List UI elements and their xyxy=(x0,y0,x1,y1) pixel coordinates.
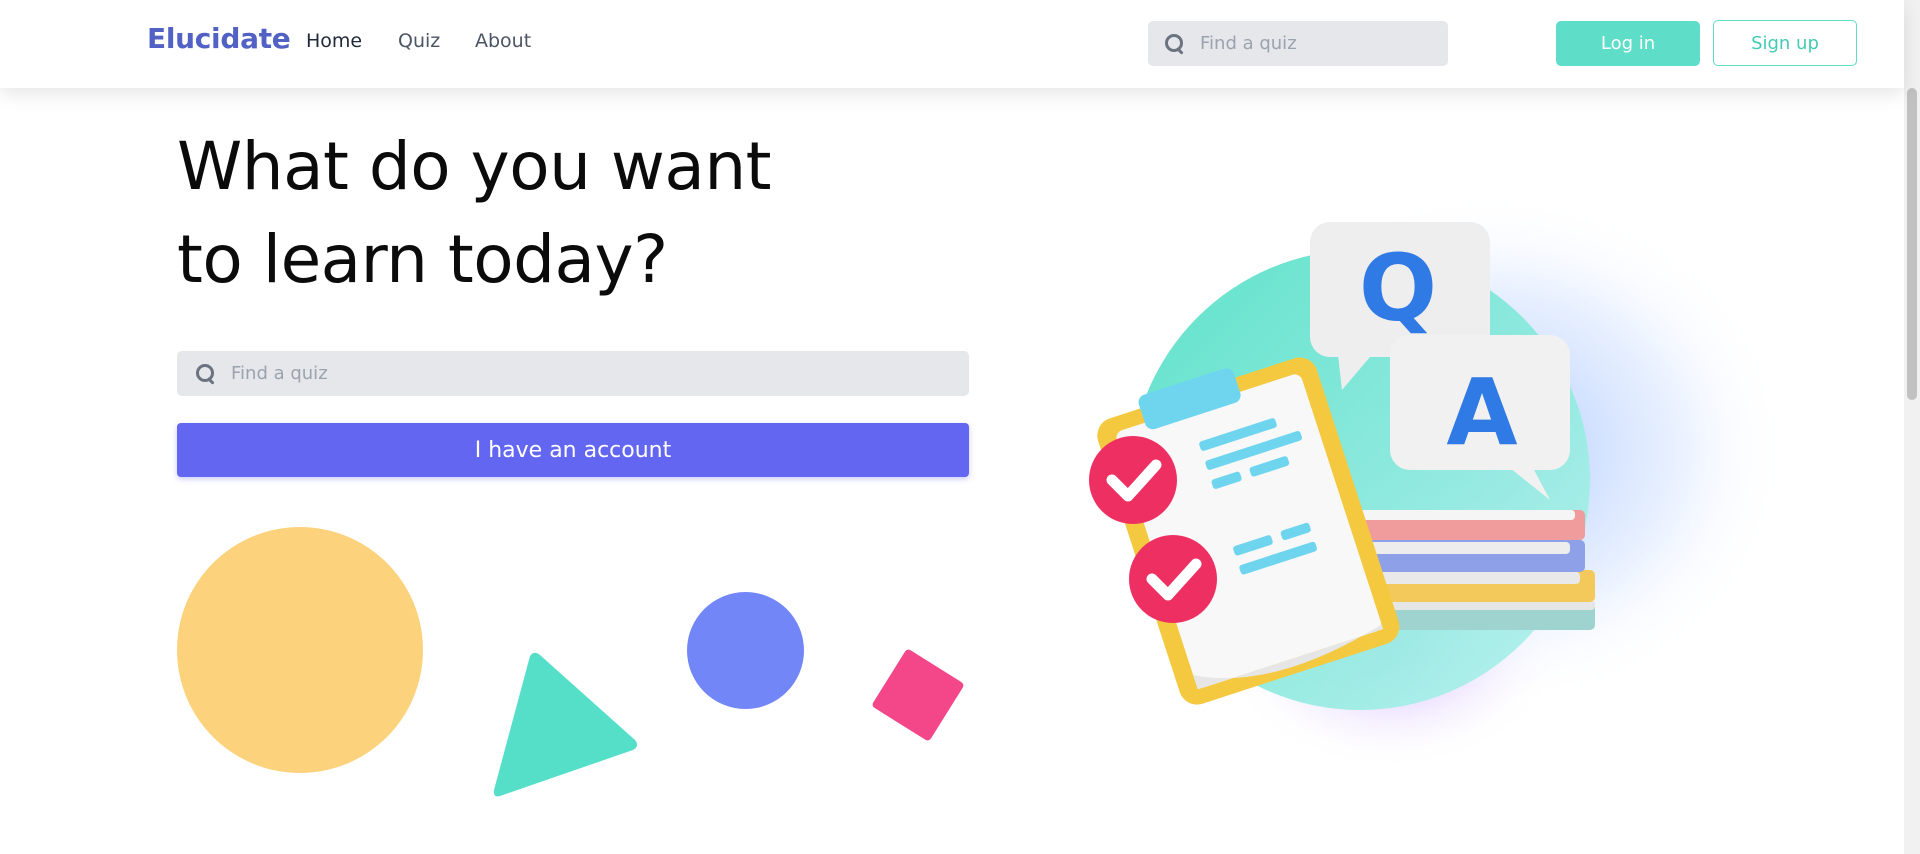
decor-pink-square xyxy=(871,648,965,742)
signup-button[interactable]: Sign up xyxy=(1713,20,1857,66)
decor-blue-circle xyxy=(687,592,804,709)
nav-link-home[interactable]: Home xyxy=(306,30,362,52)
search-icon xyxy=(1164,33,1186,55)
hero-search-input[interactable] xyxy=(231,363,931,384)
top-navbar: Elucidate Home Quiz About Log in Sign up xyxy=(0,0,1904,88)
header-search-input[interactable] xyxy=(1200,33,1430,54)
nav-link-quiz[interactable]: Quiz xyxy=(398,30,440,52)
login-button[interactable]: Log in xyxy=(1556,21,1700,66)
scrollbar-thumb[interactable] xyxy=(1907,88,1917,400)
header-search-box xyxy=(1148,21,1448,66)
check-badge-1 xyxy=(1089,436,1177,524)
bubble-q-letter: Q xyxy=(1359,235,1437,342)
bubble-a-letter: A xyxy=(1446,359,1517,466)
decor-teal-triangle xyxy=(493,652,638,797)
check-badge-2 xyxy=(1129,535,1217,623)
have-account-button[interactable]: I have an account xyxy=(177,423,969,477)
decor-yellow-circle xyxy=(177,527,423,773)
qa-illustration: Q A xyxy=(1089,190,1790,770)
brand-logo[interactable]: Elucidate xyxy=(147,22,291,55)
hero-search-box xyxy=(177,351,969,396)
nav-link-about[interactable]: About xyxy=(475,30,531,52)
hero-headline: What do you want to learn today? xyxy=(177,120,877,306)
search-icon xyxy=(195,363,217,385)
hero-headline-line2: to learn today? xyxy=(177,221,668,298)
hero-headline-line1: What do you want xyxy=(177,128,772,205)
page-scrollbar[interactable] xyxy=(1904,0,1920,854)
